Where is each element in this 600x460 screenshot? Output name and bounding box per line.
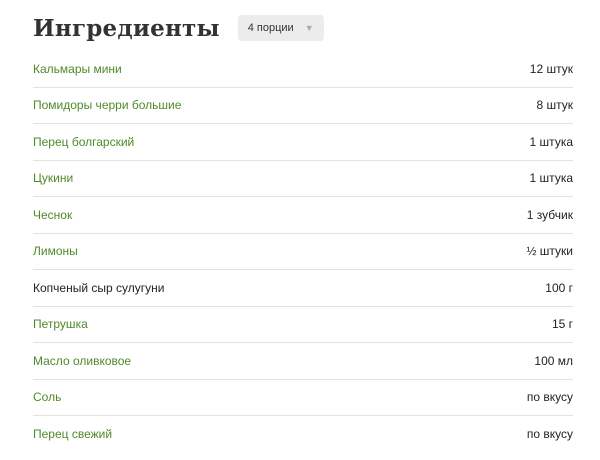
ingredient-name-link[interactable]: Кальмары мини xyxy=(33,62,122,76)
ingredient-amount: по вкусу xyxy=(526,390,573,405)
ingredients-header: Ингредиенты 4 порции ▼ xyxy=(33,12,324,44)
ingredient-row: Перец свежий по вкусу xyxy=(33,416,573,453)
ingredient-name-link[interactable]: Перец свежий xyxy=(33,427,112,441)
ingredient-amount: 1 штука xyxy=(529,171,573,186)
ingredient-name-link[interactable]: Соль xyxy=(33,390,61,404)
portions-select[interactable]: 4 порции ▼ xyxy=(237,15,324,41)
ingredients-list: Кальмары мини 12 штук Помидоры черри бол… xyxy=(33,51,573,453)
ingredient-row: Перец болгарский 1 штука xyxy=(33,124,573,161)
ingredient-amount: ½ штуки xyxy=(526,244,573,259)
ingredient-row: Копченый сыр сулугуни 100 г xyxy=(33,270,573,307)
portions-selected-value: 4 порции xyxy=(247,22,294,34)
ingredient-amount: 15 г xyxy=(551,317,573,332)
page-title: Ингредиенты xyxy=(33,14,220,42)
ingredient-name-link[interactable]: Цукини xyxy=(33,171,73,185)
ingredient-row: Соль по вкусу xyxy=(33,380,573,416)
ingredient-amount: 1 зубчик xyxy=(526,207,573,222)
ingredient-name-link[interactable]: Масло оливковое xyxy=(33,354,131,368)
ingredient-row: Цукини 1 штука xyxy=(33,161,573,197)
ingredient-name-link[interactable]: Перец болгарский xyxy=(33,135,134,149)
ingredient-row: Петрушка 15 г xyxy=(33,307,573,343)
ingredient-amount: 8 штук xyxy=(536,98,573,113)
ingredient-row: Кальмары мини 12 штук xyxy=(33,51,573,88)
ingredient-name-link[interactable]: Петрушка xyxy=(33,317,88,331)
triangle-down-icon: ▼ xyxy=(304,23,314,33)
ingredient-row: Масло оливковое 100 мл xyxy=(33,343,573,380)
ingredient-name: Копченый сыр сулугуни xyxy=(33,280,165,295)
ingredient-name-link[interactable]: Лимоны xyxy=(33,244,78,258)
ingredient-amount: 100 г xyxy=(545,280,573,295)
ingredient-amount: по вкусу xyxy=(526,427,573,442)
ingredient-row: Лимоны ½ штуки xyxy=(33,234,573,270)
ingredient-amount: 100 мл xyxy=(534,353,573,368)
ingredient-name-link[interactable]: Помидоры черри большие xyxy=(33,98,181,112)
ingredient-name-link[interactable]: Чеснок xyxy=(33,208,72,222)
ingredient-amount: 12 штук xyxy=(529,61,573,76)
ingredient-row: Помидоры черри большие 8 штук xyxy=(33,88,573,124)
ingredient-amount: 1 штука xyxy=(529,134,573,149)
ingredient-row: Чеснок 1 зубчик xyxy=(33,197,573,234)
